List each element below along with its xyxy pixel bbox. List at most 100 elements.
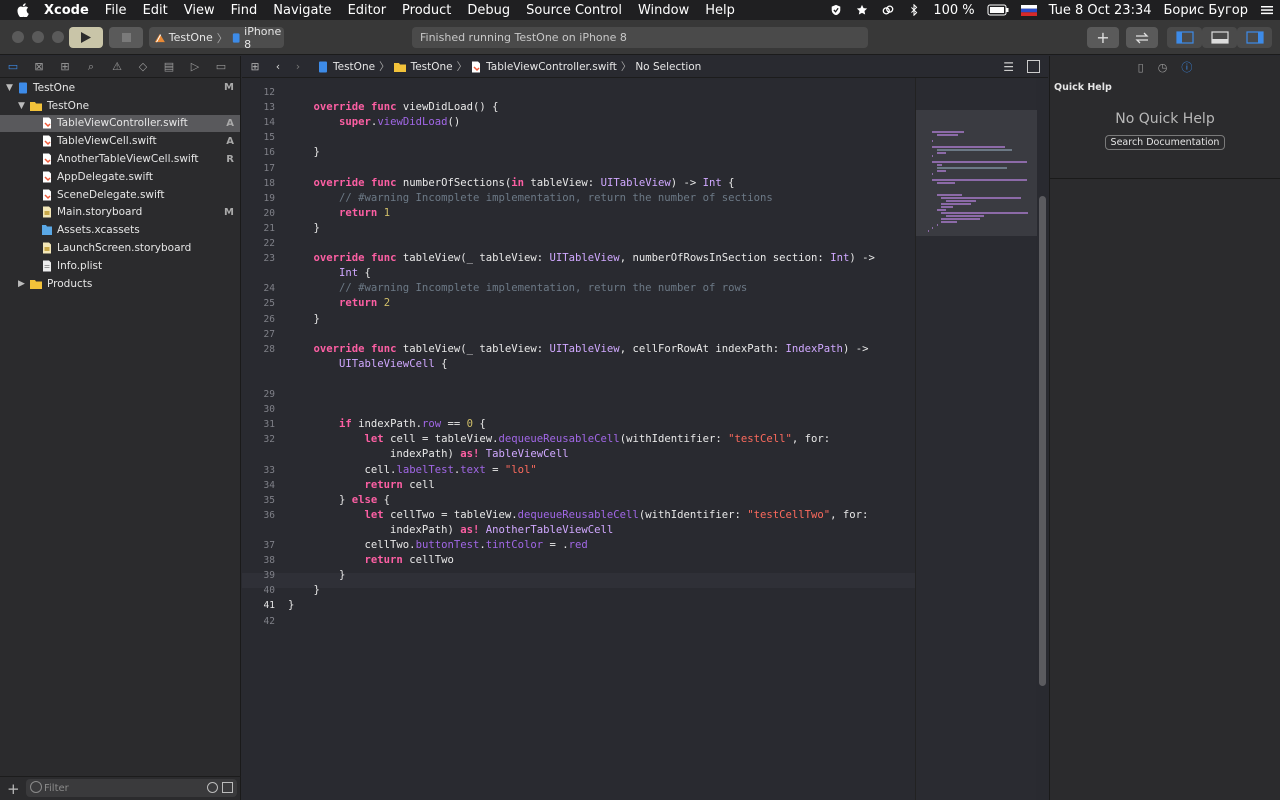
code-text[interactable]: indexPath) as! TableViewCell xyxy=(288,447,569,462)
code-line[interactable]: 40 } xyxy=(242,583,915,598)
code-text[interactable]: override func numberOfSections(in tableV… xyxy=(288,176,735,191)
code-text[interactable]: override func tableView(_ tableView: UIT… xyxy=(288,342,869,357)
toggle-navigator-button[interactable] xyxy=(1167,27,1202,48)
code-line[interactable] xyxy=(242,372,915,387)
code-text[interactable]: // #warning Incomplete implementation, r… xyxy=(288,191,773,206)
scheme-selector[interactable]: TestOne 〉 iPhone 8 xyxy=(149,25,284,51)
vertical-scrollbar[interactable] xyxy=(1039,196,1046,686)
code-text[interactable]: return cellTwo xyxy=(288,553,454,568)
code-line[interactable]: 29 xyxy=(242,387,915,402)
library-button[interactable]: + xyxy=(1087,27,1119,48)
menu-editor[interactable]: Editor xyxy=(340,3,394,18)
code-line[interactable]: 27 xyxy=(242,327,915,342)
line-number[interactable]: 14 xyxy=(242,115,275,130)
menu-list-icon[interactable] xyxy=(1254,3,1280,18)
code-line[interactable]: 32 let cell = tableView.dequeueReusableC… xyxy=(242,432,915,447)
menu-help[interactable]: Help xyxy=(697,3,743,18)
code-line[interactable]: 21 } xyxy=(242,221,915,236)
line-number[interactable]: 21 xyxy=(242,221,275,236)
disclosure-open-icon[interactable]: ▼ xyxy=(18,101,28,111)
navigator-filter-input[interactable]: Filter xyxy=(26,779,237,797)
find-navigator-search-icon[interactable]: ⌕ xyxy=(78,60,104,74)
recent-files-clock-icon[interactable] xyxy=(207,782,218,793)
code-text[interactable]: UITableViewCell { xyxy=(288,357,447,372)
line-number[interactable]: 25 xyxy=(242,296,275,311)
source-control-icon[interactable]: ⊠ xyxy=(26,60,52,73)
test-diamond-icon[interactable]: ◇ xyxy=(130,60,156,73)
code-line[interactable]: 17 xyxy=(242,161,915,176)
line-number[interactable]: 32 xyxy=(242,432,275,447)
code-line[interactable]: 19 // #warning Incomplete implementation… xyxy=(242,191,915,206)
line-number[interactable]: 41 xyxy=(242,598,275,613)
code-line[interactable]: 20 return 1 xyxy=(242,206,915,221)
line-number[interactable]: 22 xyxy=(242,236,275,251)
menu-product[interactable]: Product xyxy=(394,3,459,18)
related-items-icon[interactable]: ⊞ xyxy=(242,61,268,73)
menu-find[interactable]: Find xyxy=(223,3,266,18)
menu-window[interactable]: Window xyxy=(630,3,697,18)
minimize-window-button[interactable] xyxy=(32,31,44,43)
line-number[interactable]: 27 xyxy=(242,327,275,342)
code-line[interactable]: 22 xyxy=(242,236,915,251)
line-number[interactable]: 33 xyxy=(242,463,275,478)
code-text[interactable]: } xyxy=(288,312,320,327)
code-text[interactable]: let cell = tableView.dequeueReusableCell… xyxy=(288,432,831,447)
code-line[interactable]: 36 let cellTwo = tableView.dequeueReusab… xyxy=(242,508,915,523)
code-text[interactable]: Int { xyxy=(288,266,371,281)
bluetooth-icon[interactable] xyxy=(901,3,927,18)
breadcrumb-symbol[interactable]: No Selection xyxy=(635,61,701,73)
breadcrumb-file[interactable]: TableViewController.swift xyxy=(486,61,617,73)
add-file-plus-icon[interactable]: + xyxy=(7,780,20,798)
file-row[interactable]: TableViewController.swift A xyxy=(0,114,240,133)
code-line[interactable]: 39 } xyxy=(242,568,915,583)
line-number[interactable]: 40 xyxy=(242,583,275,598)
line-number[interactable]: 12 xyxy=(242,85,275,100)
line-number[interactable]: 24 xyxy=(242,281,275,296)
editor-options-lines-icon[interactable]: ☰ xyxy=(1003,60,1014,74)
file-row[interactable]: LaunchScreen.storyboard xyxy=(0,239,240,257)
line-number[interactable]: 31 xyxy=(242,417,275,432)
disclosure-open-icon[interactable]: ▼ xyxy=(6,83,16,93)
shield-icon[interactable] xyxy=(823,3,849,18)
close-window-button[interactable] xyxy=(12,31,24,43)
line-number[interactable]: 29 xyxy=(242,387,275,402)
code-text[interactable]: } xyxy=(288,598,294,613)
run-button[interactable] xyxy=(69,27,103,48)
report-icon[interactable]: ▭ xyxy=(208,60,234,73)
menu-file[interactable]: File xyxy=(97,3,135,18)
code-text[interactable]: return 2 xyxy=(288,296,390,311)
code-line[interactable]: 15 xyxy=(242,130,915,145)
code-line[interactable]: 12 xyxy=(242,85,915,100)
code-text[interactable]: let cellTwo = tableView.dequeueReusableC… xyxy=(288,508,869,523)
code-text[interactable]: } xyxy=(288,145,320,160)
file-row[interactable]: Info.plist xyxy=(0,257,240,275)
code-line[interactable]: 23 override func tableView(_ tableView: … xyxy=(242,251,915,266)
file-row[interactable]: AppDelegate.swift xyxy=(0,168,240,186)
file-row[interactable]: AnotherTableViewCell.swift R xyxy=(0,150,240,168)
code-line[interactable]: 26 } xyxy=(242,312,915,327)
clock-label[interactable]: Tue 8 Oct 23:34 xyxy=(1043,3,1158,18)
minimap[interactable] xyxy=(915,78,1037,800)
code-text[interactable]: return 1 xyxy=(288,206,390,221)
history-clock-icon[interactable]: ◷ xyxy=(1158,61,1168,74)
code-text[interactable]: if indexPath.row == 0 { xyxy=(288,417,486,432)
code-text[interactable]: cellTwo.buttonTest.tintColor = .red xyxy=(288,538,588,553)
add-editor-split-icon[interactable] xyxy=(1027,60,1040,73)
disclosure-closed-icon[interactable]: ▶ xyxy=(18,279,28,289)
menu-app[interactable]: Xcode xyxy=(44,3,97,18)
breadcrumb-project[interactable]: TestOne xyxy=(333,61,375,73)
code-line[interactable]: 38 return cellTwo xyxy=(242,553,915,568)
menu-edit[interactable]: Edit xyxy=(135,3,176,18)
code-review-button[interactable] xyxy=(1126,27,1158,48)
code-text[interactable]: } xyxy=(288,568,345,583)
code-text[interactable]: } xyxy=(288,221,320,236)
line-number[interactable]: 34 xyxy=(242,478,275,493)
search-documentation-button[interactable]: Search Documentation xyxy=(1105,135,1225,150)
code-line[interactable]: 35 } else { xyxy=(242,493,915,508)
line-number[interactable]: 39 xyxy=(242,568,275,583)
debug-icon[interactable]: ▤ xyxy=(156,60,182,73)
code-text[interactable]: } xyxy=(288,583,320,598)
code-line[interactable]: 41} xyxy=(242,598,915,613)
code-line[interactable]: indexPath) as! TableViewCell xyxy=(242,447,915,462)
back-chevron-icon[interactable]: ‹ xyxy=(268,61,288,73)
